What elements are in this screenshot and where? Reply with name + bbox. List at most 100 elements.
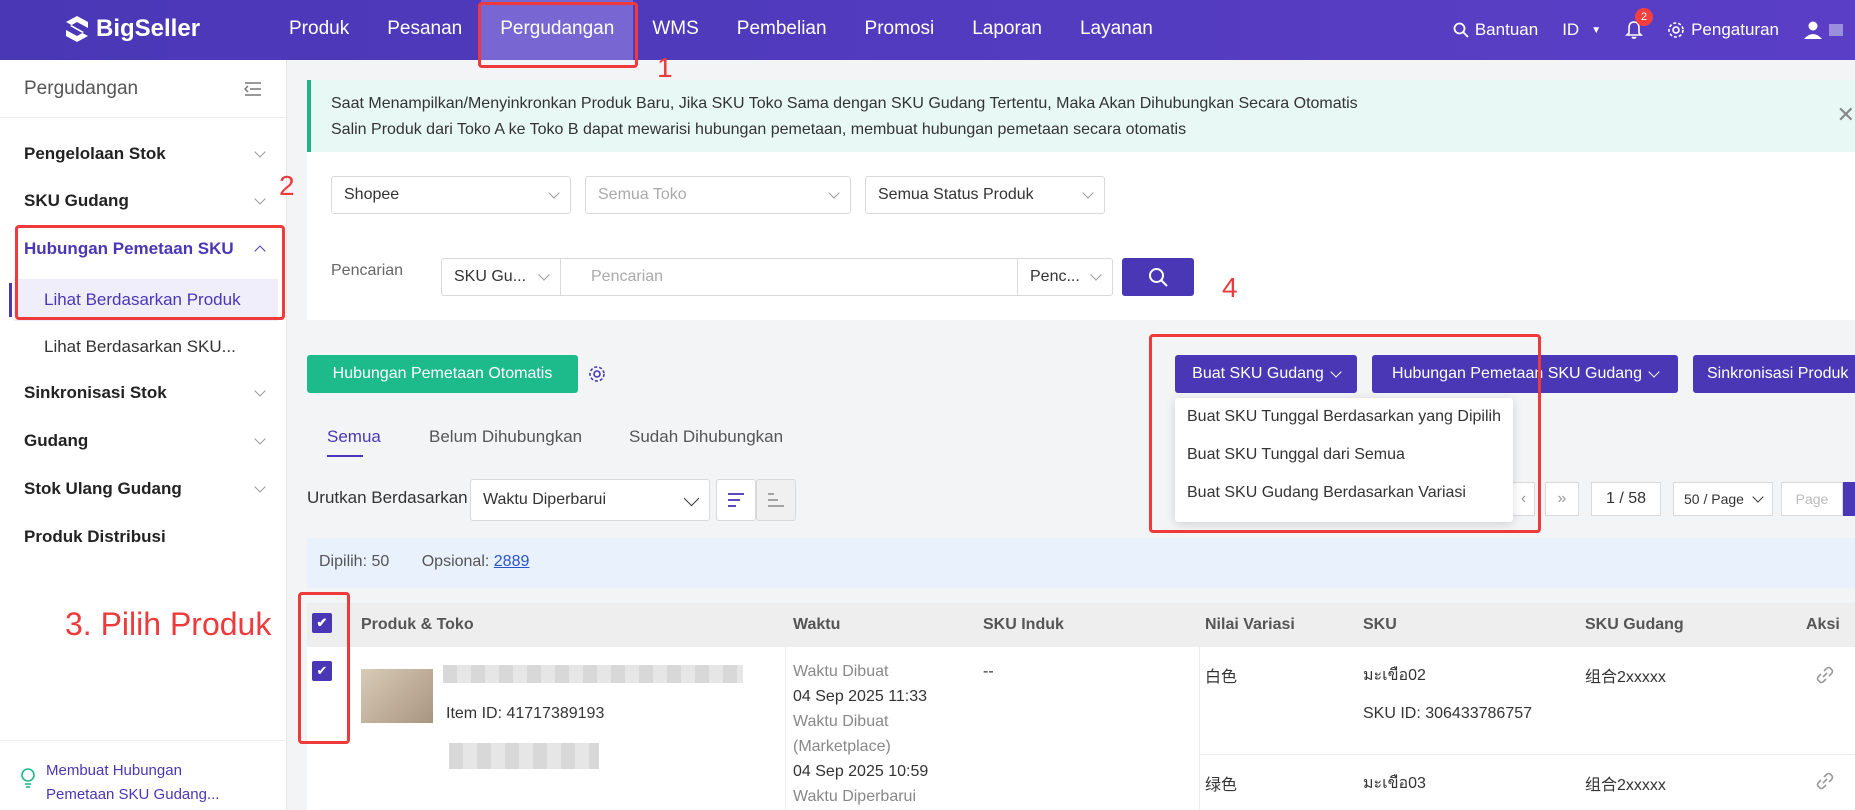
variant-sku: มะเขือ02 (1363, 667, 1426, 684)
time-label-created: Waktu Dibuat (793, 663, 889, 680)
search-label: Pencarian (331, 262, 404, 279)
variant-divider (1199, 754, 1855, 755)
optional-count-link[interactable]: 2889 (494, 553, 530, 570)
search-input[interactable]: Pencarian (560, 258, 1018, 296)
sidebar-title: Pergudangan (24, 77, 139, 99)
variant-value: 白色 (1205, 669, 1238, 686)
annotation-box-1 (478, 2, 638, 68)
top-navbar: BigSeller Produk Pesanan Pergudangan WMS… (0, 0, 1855, 60)
annotation-number-2: 2 (279, 170, 295, 201)
variant-sku: มะเขือ03 (1363, 775, 1426, 792)
notification-badge: 2 (1635, 8, 1654, 26)
header-sku-induk: SKU Induk (983, 616, 1064, 633)
search-icon (1149, 268, 1168, 287)
sidebar-sub-lihat-sku[interactable]: Lihat Berdasarkan SKU... (14, 326, 278, 368)
sidebar-item-stok-ulang-gudang[interactable]: Stok Ulang Gudang (24, 479, 266, 499)
sidebar-item-pengelolaan-stok[interactable]: Pengelolaan Stok (24, 144, 266, 164)
annotation-pilih-produk: 3. Pilih Produk (65, 606, 272, 642)
collapse-menu-icon[interactable] (244, 81, 262, 97)
nav-layanan[interactable]: Layanan (1061, 0, 1172, 60)
caret-down-icon: ▼ (1591, 24, 1602, 36)
sort-value: Waktu Diperbarui (483, 491, 607, 508)
chevron-down-icon (1648, 366, 1660, 378)
platform-select[interactable]: Shopee (331, 176, 571, 214)
nav-promosi[interactable]: Promosi (846, 0, 954, 60)
sidebar-tip[interactable]: Membuat Hubungan Pemetaan SKU Gudang... (0, 740, 287, 810)
auto-map-button[interactable]: Hubungan Pemetaan Otomatis (307, 355, 578, 393)
page-jump-button[interactable] (1843, 482, 1855, 516)
store-select[interactable]: Semua Toko (585, 176, 851, 214)
search-mode-select[interactable]: Penc... (1017, 258, 1113, 296)
variant-value: 绿色 (1205, 777, 1238, 794)
sidebar-item-produk-distribusi[interactable]: Produk Distribusi (24, 527, 264, 547)
tab-sudah-dihubungkan[interactable]: Sudah Dihubungkan (629, 427, 783, 447)
column-divider (785, 647, 786, 810)
gear-icon[interactable] (588, 365, 606, 383)
sort-asc-button[interactable] (756, 479, 796, 521)
sort-label: Urutkan Berdasarkan (307, 488, 468, 507)
annotation-number-4: 4 (1222, 272, 1238, 303)
user-menu[interactable] (1803, 20, 1843, 40)
nav-wms[interactable]: WMS (633, 0, 717, 60)
per-page-select[interactable]: 50 / Page (1673, 482, 1773, 516)
bigseller-logo[interactable]: BigSeller (64, 15, 200, 43)
chevron-down-icon (254, 433, 266, 445)
lightbulb-icon (21, 768, 35, 788)
language-select[interactable]: ID ▼ (1562, 20, 1601, 40)
table-header: ✔ Produk & Toko Waktu SKU Induk Nilai Va… (307, 603, 1855, 647)
optional-label: Opsional: (421, 553, 490, 570)
chevron-down-icon (1090, 269, 1102, 281)
time-created: 04 Sep 2025 11:33 (793, 688, 928, 705)
status-select[interactable]: Semua Status Produk (865, 176, 1105, 214)
link-icon[interactable] (1815, 665, 1835, 685)
chevron-down-icon (1082, 187, 1094, 199)
nav-pesanan[interactable]: Pesanan (368, 0, 481, 60)
time-marketplace: 04 Sep 2025 10:59 (793, 763, 929, 780)
close-icon[interactable]: ✕ (1837, 102, 1855, 128)
page-indicator[interactable]: 1 / 58 (1591, 482, 1661, 516)
nav-laporan[interactable]: Laporan (953, 0, 1061, 60)
page-jump-input[interactable]: Page (1781, 482, 1843, 516)
sort-desc-icon (728, 493, 744, 507)
settings-link[interactable]: Pengaturan (1667, 20, 1779, 40)
chevron-down-icon (254, 481, 266, 493)
sync-products-button[interactable]: Sinkronisasi Produk (1693, 355, 1855, 393)
header-nilai-variasi: Nilai Variasi (1205, 616, 1295, 633)
nav-produk[interactable]: Produk (270, 0, 368, 60)
store-name-blurred (449, 743, 599, 769)
sync-label: Sinkronisasi Produk (1707, 365, 1849, 382)
sidebar-header: Pergudangan (0, 60, 286, 118)
tab-belum-dihubungkan[interactable]: Belum Dihubungkan (429, 427, 582, 447)
sidebar-item-label: Gudang (24, 431, 89, 450)
annotation-number-1: 1 (657, 52, 673, 83)
sidebar-item-sku-gudang[interactable]: SKU Gudang (24, 191, 266, 211)
sidebar-item-gudang[interactable]: Gudang (24, 431, 266, 451)
search-mode-value: Penc... (1030, 268, 1080, 285)
gear-icon (1668, 22, 1684, 38)
sort-desc-button[interactable] (716, 479, 756, 521)
last-page-button[interactable]: » (1545, 482, 1579, 516)
product-thumbnail[interactable] (361, 669, 433, 723)
parent-sku: -- (983, 663, 994, 680)
link-icon[interactable] (1815, 771, 1835, 791)
header-waktu: Waktu (793, 616, 841, 633)
header-produk-toko: Produk & Toko (361, 616, 474, 633)
search-button[interactable] (1122, 258, 1194, 296)
sort-asc-icon (768, 493, 784, 507)
sort-select[interactable]: Waktu Diperbarui (470, 479, 710, 521)
nav-pembelian[interactable]: Pembelian (718, 0, 846, 60)
chevron-down-icon (1752, 491, 1764, 503)
help-link[interactable]: Bantuan (1453, 20, 1538, 40)
variant-warehouse-sku: 组合2xxxxx (1585, 777, 1666, 794)
help-label: Bantuan (1474, 20, 1539, 39)
header-sku-gudang: SKU Gudang (1585, 616, 1684, 633)
search-field-value: SKU Gu... (454, 268, 527, 285)
active-tab-underline (327, 455, 363, 457)
notification-button[interactable]: 2 (1625, 8, 1654, 40)
sidebar-item-sinkronisasi-stok[interactable]: Sinkronisasi Stok (24, 383, 266, 403)
tab-semua[interactable]: Semua (327, 427, 381, 447)
search-field-select[interactable]: SKU Gu... (441, 258, 561, 296)
platform-value: Shopee (344, 186, 400, 203)
table-row: ✔ Item ID: 41717389193 Waktu Dibuat 04 S… (307, 647, 1855, 810)
header-aksi: Aksi (1806, 616, 1840, 633)
